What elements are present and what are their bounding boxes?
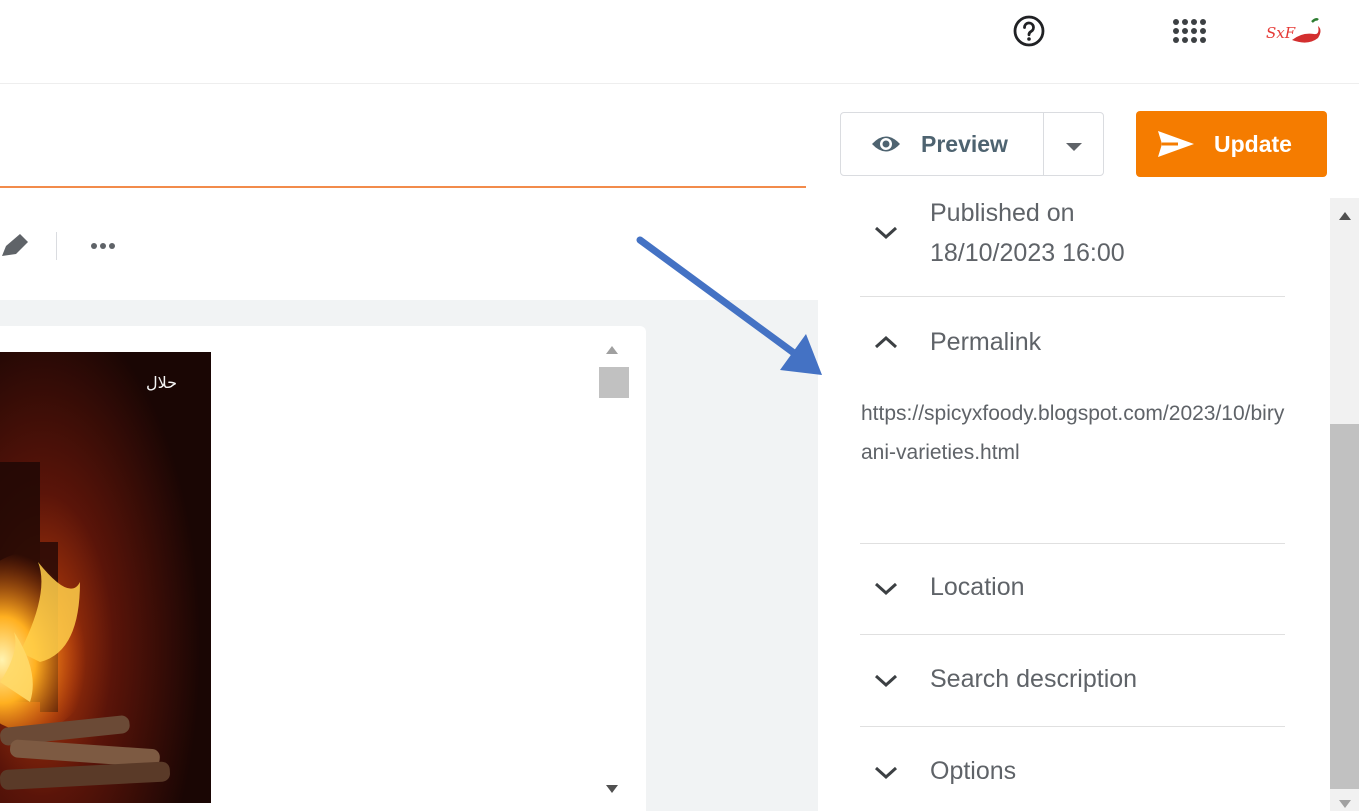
- sidebar-scrollbar-thumb[interactable]: [1330, 424, 1359, 789]
- apps-grid-icon[interactable]: [1172, 17, 1206, 51]
- permalink-url[interactable]: https://spicyxfoody.blogspot.com/2023/10…: [861, 394, 1291, 472]
- section-divider: [860, 543, 1285, 544]
- blogger-post-editor: SxF Preview Update حلال Published on 18/…: [0, 0, 1359, 811]
- pen-icon[interactable]: [0, 232, 30, 260]
- eye-icon: [872, 136, 900, 152]
- permalink-title: Permalink: [930, 328, 1042, 356]
- avatar[interactable]: SxF: [1262, 14, 1322, 50]
- preview-button[interactable]: Preview: [841, 113, 1043, 175]
- published-date: 18/10/2023 16:00: [930, 239, 1125, 267]
- chevron-down-icon: [874, 226, 898, 240]
- editor-scroll-down-icon[interactable]: [604, 783, 620, 795]
- post-settings-sidebar: Published on 18/10/2023 16:00 Permalink …: [818, 198, 1359, 811]
- editor-scrollbar-thumb[interactable]: [599, 367, 629, 398]
- update-button[interactable]: Update: [1136, 111, 1327, 177]
- chevron-up-icon: [874, 335, 898, 349]
- toolbar-separator: [56, 232, 57, 260]
- search-description-title: Search description: [930, 665, 1138, 693]
- update-label: Update: [1214, 130, 1292, 157]
- post-image[interactable]: حلال: [0, 352, 211, 803]
- chevron-down-icon: [874, 674, 898, 688]
- preview-button-group: Preview: [840, 112, 1104, 176]
- preview-dropdown-button[interactable]: [1044, 113, 1104, 175]
- section-divider: [860, 726, 1285, 727]
- sidebar-scroll-down-icon[interactable]: [1337, 798, 1353, 810]
- halal-badge: حلال: [146, 373, 177, 392]
- annotation-arrow-icon: [636, 236, 822, 375]
- published-label: Published on: [930, 199, 1075, 227]
- location-title: Location: [930, 573, 1025, 601]
- chevron-down-icon: [874, 766, 898, 780]
- chevron-down-icon: [874, 582, 898, 596]
- preview-label: Preview: [921, 130, 1008, 157]
- section-divider: [860, 296, 1285, 297]
- sidebar-scroll-up-icon[interactable]: [1337, 210, 1353, 222]
- fire-image-graphic: حلال: [0, 352, 211, 803]
- send-icon: [1158, 131, 1194, 157]
- section-divider: [860, 634, 1285, 635]
- more-horizontal-icon[interactable]: [90, 240, 116, 252]
- help-circle-icon[interactable]: [1012, 14, 1046, 48]
- avatar-logo-text: SxF: [1266, 24, 1296, 42]
- editor-scroll-up-icon[interactable]: [604, 344, 620, 356]
- title-field-underline[interactable]: [0, 186, 806, 188]
- top-bar: SxF: [0, 0, 1359, 84]
- options-title: Options: [930, 757, 1017, 785]
